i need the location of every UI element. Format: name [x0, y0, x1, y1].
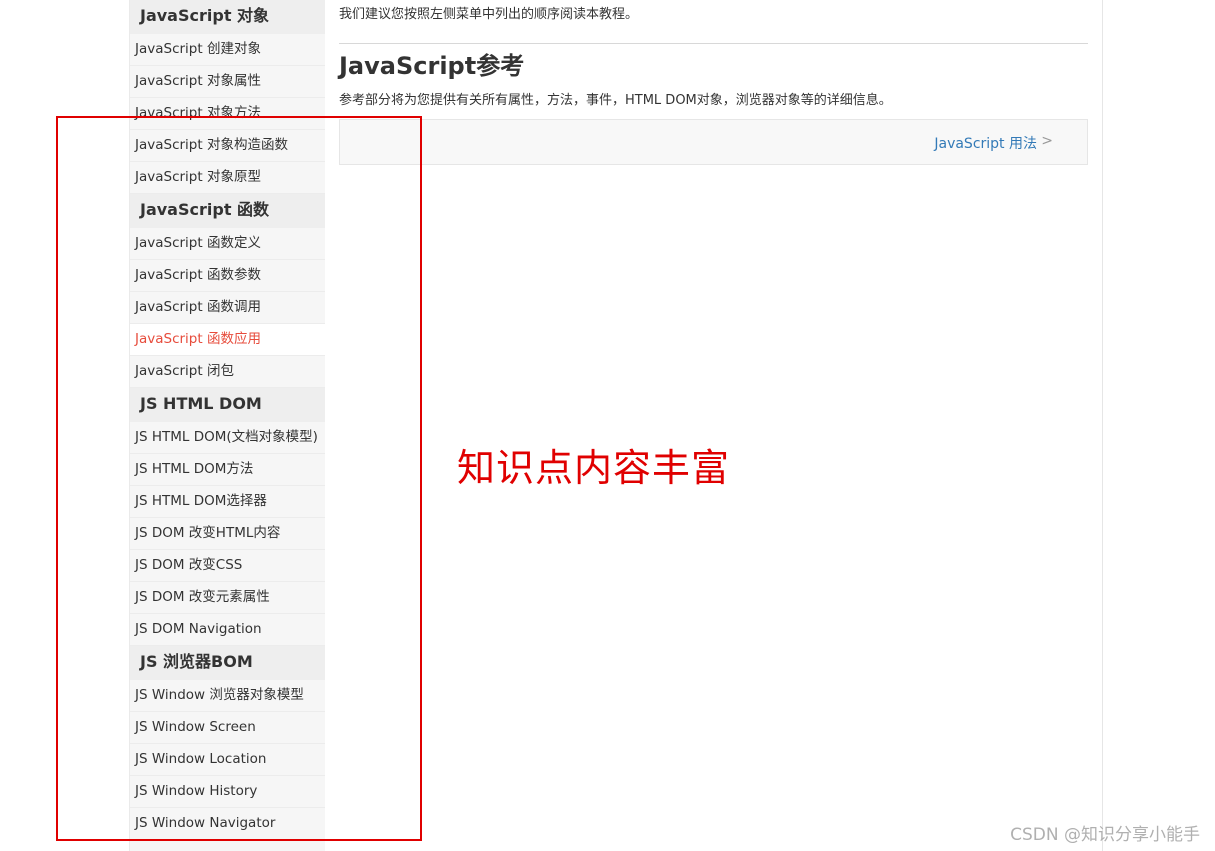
divider: [339, 43, 1088, 44]
annotation-text: 知识点内容丰富: [457, 446, 731, 490]
sidebar-section-heading: JavaScript 对象: [130, 0, 325, 34]
reference-description: 参考部分将为您提供有关所有属性，方法，事件，HTML DOM对象，浏览器对象等的…: [339, 93, 892, 108]
sidebar-item[interactable]: JavaScript 对象属性: [130, 66, 325, 98]
watermark: CSDN @知识分享小能手: [1010, 825, 1200, 845]
annotation-highlight-box: [56, 116, 422, 841]
sidebar-item[interactable]: JavaScript 创建对象: [130, 34, 325, 66]
content-right-border: [1102, 0, 1103, 851]
next-page-link[interactable]: JavaScript 用法: [934, 133, 1037, 153]
pagination-bar: JavaScript 用法 >: [339, 119, 1088, 165]
intro-text: 我们建议您按照左侧菜单中列出的顺序阅读本教程。: [339, 7, 639, 22]
reference-heading: JavaScript参考: [339, 52, 525, 80]
chevron-right-icon[interactable]: >: [1041, 133, 1053, 149]
